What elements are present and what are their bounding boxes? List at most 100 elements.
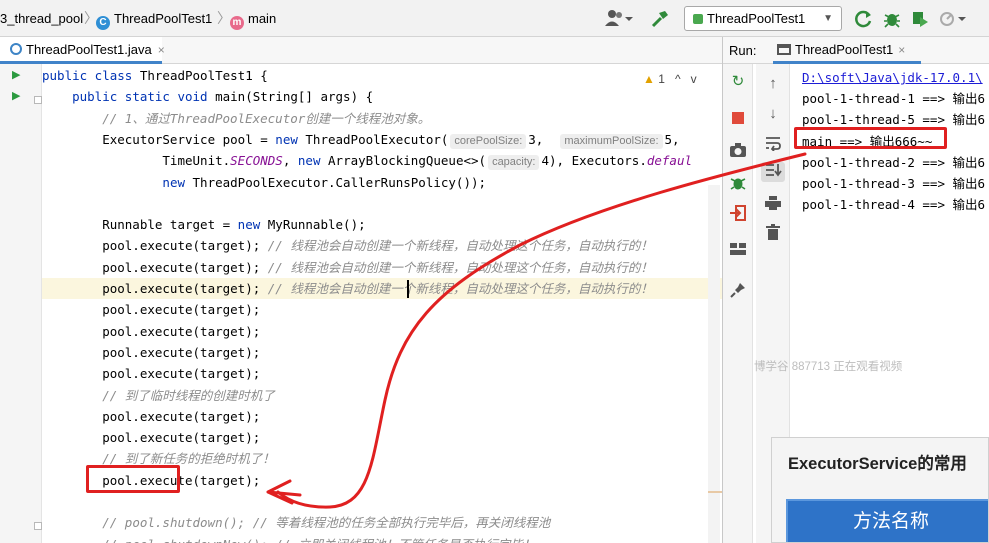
code-token: // 线程池会自动创建一个新线程，自动处理这个任务，自动执行的！ xyxy=(267,281,653,296)
code-token: new xyxy=(162,174,193,190)
stop-icon[interactable] xyxy=(728,111,748,131)
soft-wrap-icon[interactable] xyxy=(763,135,783,155)
fold-icon[interactable] xyxy=(34,522,42,530)
code-token: public static void xyxy=(72,89,216,105)
code-line[interactable]: new ThreadPoolExecutor.CallerRunsPolicy(… xyxy=(42,172,722,193)
code-token: pool.execute(target); xyxy=(42,344,261,360)
code-token: // 到了临时线程的创建时机了 xyxy=(102,387,275,403)
code-token: ArrayBlockingQueue<>( xyxy=(328,153,487,169)
close-icon[interactable]: × xyxy=(898,43,905,57)
slide-column-header: 方法名称 xyxy=(786,499,988,542)
code-line[interactable]: public static void main(String[] args) { xyxy=(42,86,722,107)
run-gutter-icon[interactable]: ▶ xyxy=(12,89,20,102)
code-line[interactable]: // 到了临时线程的创建时机了 xyxy=(42,385,722,406)
previous-highlight-button[interactable]: ^ xyxy=(675,72,681,86)
run-gutter-icon[interactable]: ▶ xyxy=(12,68,20,81)
fold-icon[interactable] xyxy=(34,96,42,104)
rerun-icon[interactable] xyxy=(854,9,874,29)
code-token: 3, xyxy=(528,131,559,147)
code-token: pool.execute(target); xyxy=(42,408,261,424)
editor-gutter: ▶ ▶ xyxy=(0,64,42,543)
code-token: new xyxy=(237,217,268,233)
build-hammer-icon[interactable] xyxy=(650,9,670,29)
tab-threadpooltest1-java[interactable]: ThreadPoolTest1.java × xyxy=(0,37,165,64)
debug-bug-icon[interactable] xyxy=(882,9,902,29)
code-line[interactable]: pool.execute(target); // 线程池会自动创建一个新线程，自… xyxy=(42,235,722,256)
code-line[interactable]: pool.execute(target); xyxy=(42,406,722,427)
print-icon[interactable] xyxy=(763,195,783,215)
slide-title: ExecutorService的常用 xyxy=(788,455,967,473)
code-token: ExecutorService pool = xyxy=(42,131,276,147)
parameter-hint: capacity: xyxy=(488,155,540,171)
code-line[interactable]: pool.execute(target); xyxy=(42,299,722,320)
breadcrumb-method-label: main xyxy=(248,11,277,26)
code-line[interactable]: TimeUnit.SECONDS, new ArrayBlockingQueue… xyxy=(42,150,722,171)
close-icon[interactable]: × xyxy=(158,43,165,57)
camera-dump-icon[interactable] xyxy=(728,142,748,162)
breadcrumb-module[interactable]: 3_thread_pool xyxy=(0,10,83,27)
breadcrumb-class[interactable]: C ThreadPoolTest1 xyxy=(96,10,212,30)
code-token: pool.execute(target); xyxy=(42,302,261,318)
code-line[interactable]: pool.execute(target); xyxy=(42,342,722,363)
run-toolbar-primary: ↻ xyxy=(723,64,753,543)
code-line[interactable]: pool.execute(target); xyxy=(42,427,722,448)
code-token: Runnable target = xyxy=(42,217,238,233)
console-line: pool-1-thread-1 ==> 输出6 xyxy=(802,91,986,107)
rerun-icon[interactable]: ↻ xyxy=(728,72,748,92)
editor-tab-strip: ThreadPoolTest1.java × xyxy=(0,37,722,64)
code-line[interactable]: // 1、通过ThreadPoolExecutor创建一个线程池对象。 xyxy=(42,108,722,129)
code-line[interactable]: // pool.shutdown(); // 等着线程池的任务全部执行完毕后，再… xyxy=(42,512,722,533)
code-token: ThreadPoolExecutor.CallerRunsPolicy()); xyxy=(192,174,487,190)
chevron-down-icon: ▼ xyxy=(823,13,833,24)
breadcrumb-method[interactable]: m main xyxy=(230,10,277,30)
coverage-icon[interactable] xyxy=(910,9,930,29)
trash-icon[interactable] xyxy=(763,223,783,243)
code-token: // 线程池会自动创建一个新线程，自动处理这个任务，自动执行的！ xyxy=(267,259,653,275)
code-line[interactable]: pool.execute(target); xyxy=(42,321,722,342)
debug-bug-icon[interactable] xyxy=(728,174,748,194)
code-line[interactable]: Runnable target = new MyRunnable(); xyxy=(42,214,722,235)
warning-count: 1 xyxy=(658,72,665,86)
code-line[interactable]: pool.execute(target); // 线程池会自动创建一个新线程，自… xyxy=(42,257,722,278)
configuration-icon xyxy=(693,14,703,24)
executorservice-methods-slide: ExecutorService的常用 方法名称 xyxy=(771,437,989,543)
run-tab-label: ThreadPoolTest1 xyxy=(795,42,894,57)
user-icon[interactable] xyxy=(604,9,634,29)
code-token: pool.execute(target); xyxy=(42,281,268,296)
code-token: , xyxy=(282,153,298,169)
console-path-link[interactable]: D:\soft\Java\jdk-17.0.1\ xyxy=(802,67,983,88)
layout-icon[interactable] xyxy=(728,242,748,262)
code-line[interactable] xyxy=(42,193,722,214)
next-highlight-button[interactable]: v xyxy=(691,72,697,86)
code-token: public class xyxy=(42,68,140,83)
pin-icon[interactable] xyxy=(728,281,748,301)
code-token: SECONDS xyxy=(230,153,283,169)
editor-scrollbar[interactable] xyxy=(708,185,720,543)
code-token: // 1、通过ThreadPoolExecutor创建一个线程池对象。 xyxy=(102,110,431,126)
code-line[interactable]: pool.execute(target); // 线程池会自动创建一个新线程，自… xyxy=(42,278,722,299)
arrow-down-icon[interactable]: ↓ xyxy=(763,104,783,124)
code-token: pool.execute(target); xyxy=(42,366,261,382)
code-line[interactable]: public class ThreadPoolTest1 { xyxy=(42,65,722,86)
code-line[interactable]: pool.execute(target); xyxy=(42,363,722,384)
inspection-widget[interactable]: ▲ 1 ^ v xyxy=(643,72,697,86)
run-configuration-selector[interactable]: ThreadPoolTest1 ▼ xyxy=(684,6,842,31)
profiler-icon[interactable] xyxy=(938,9,968,29)
scroll-to-end-icon[interactable] xyxy=(761,162,785,182)
code-token: MyRunnable(); xyxy=(267,217,366,233)
code-line[interactable] xyxy=(42,491,722,512)
exit-icon[interactable] xyxy=(728,204,748,224)
parameter-hint: corePoolSize: xyxy=(450,133,527,149)
tab-run-threadpooltest1[interactable]: ThreadPoolTest1 × xyxy=(773,37,921,64)
run-label: Run: xyxy=(729,43,757,58)
arrow-up-icon[interactable]: ↑ xyxy=(763,74,783,94)
method-icon: m xyxy=(230,16,244,30)
code-token: pool.execute(target); xyxy=(42,238,268,254)
code-line[interactable]: ExecutorService pool = new ThreadPoolExe… xyxy=(42,129,722,150)
code-line[interactable]: // pool.shutdownNow(); // 立即关闭线程池！不管任务是否… xyxy=(42,534,722,543)
